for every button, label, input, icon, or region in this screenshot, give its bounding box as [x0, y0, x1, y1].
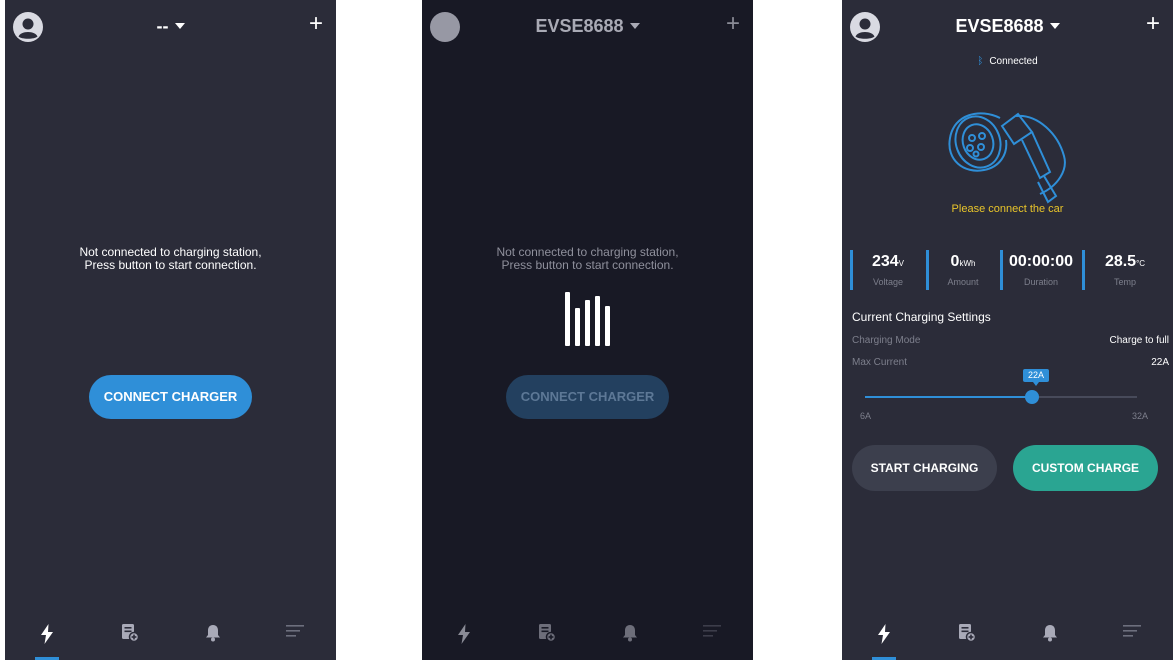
add-device-icon[interactable]: +: [726, 12, 740, 36]
slider-thumb[interactable]: [1025, 390, 1040, 404]
lightning-icon: [458, 624, 470, 644]
screen-connecting: EVSE8688 + Not connected to charging sta…: [422, 0, 753, 660]
stat-label: Duration: [1023, 277, 1059, 287]
tab-charging[interactable]: [29, 624, 65, 660]
tab-charging[interactable]: [446, 624, 482, 654]
tab-menu[interactable]: [1114, 624, 1150, 654]
screen-disconnected: -- + Not connected to charging station, …: [5, 0, 336, 660]
tab-menu[interactable]: [694, 624, 730, 654]
tab-records[interactable]: [112, 624, 148, 654]
device-name: --: [156, 16, 169, 36]
slider-min-label: 6A: [860, 411, 872, 421]
add-device-icon[interactable]: +: [1146, 12, 1160, 36]
bell-icon: [206, 625, 220, 642]
message-line-2: Press button to start connection.: [501, 258, 674, 272]
menu-icon: [286, 625, 304, 637]
menu-icon: [703, 625, 721, 637]
record-list-icon: [959, 624, 976, 642]
max-current-label: Max Current: [852, 357, 908, 368]
charging-plug-illustration: [948, 112, 1066, 204]
caret-down-icon: [174, 22, 185, 29]
tab-charging[interactable]: [866, 624, 902, 660]
stat-label: Temp: [1113, 277, 1136, 287]
stats-row: 234V Voltage 0kWh Amount 00:00:00 Durati…: [850, 250, 1169, 292]
status-text: Connected: [989, 56, 1038, 67]
tab-notifications[interactable]: [1032, 624, 1068, 654]
lightning-icon: [41, 624, 53, 644]
connect-charger-button[interactable]: CONNECT CHARGER: [89, 375, 252, 419]
menu-icon: [1123, 625, 1141, 637]
bottom-tab-bar: [842, 616, 1173, 660]
tab-notifications[interactable]: [195, 624, 231, 654]
stat-label: Voltage: [872, 277, 904, 287]
connect-car-prompt: Please connect the car: [951, 203, 1064, 215]
connection-status: ᛒ Connected: [842, 56, 1173, 67]
slider-tooltip: 22A: [1023, 369, 1049, 386]
device-name: EVSE8688: [535, 16, 624, 36]
device-selector[interactable]: EVSE8688: [422, 16, 753, 37]
bluetooth-icon: ᛒ: [977, 56, 984, 67]
message-line-2: Press button to start connection.: [84, 258, 257, 272]
stat-value: 28.5°C: [1104, 253, 1146, 270]
record-list-icon: [539, 624, 556, 642]
connection-message: Not connected to charging station, Press…: [422, 246, 753, 272]
slider-max-label: 32A: [1132, 411, 1149, 421]
device-selector[interactable]: EVSE8688: [842, 16, 1173, 37]
device-selector[interactable]: --: [5, 16, 336, 37]
stat-voltage: 234V Voltage: [850, 250, 923, 290]
bottom-tab-bar: [422, 616, 753, 660]
max-current-slider[interactable]: [865, 390, 1137, 404]
tab-menu[interactable]: [277, 624, 313, 654]
top-bar: -- +: [5, 0, 336, 56]
start-charging-button[interactable]: START CHARGING: [852, 445, 997, 491]
bell-icon: [1043, 625, 1057, 642]
charging-mode-label: Charging Mode: [852, 335, 921, 346]
tab-records[interactable]: [529, 624, 565, 654]
top-bar: EVSE8688 +: [842, 0, 1173, 56]
stat-label: Amount: [947, 277, 979, 287]
tab-records[interactable]: [949, 624, 985, 654]
caret-down-icon: [1049, 22, 1060, 29]
stat-duration: 00:00:00 Duration: [1000, 250, 1079, 290]
add-device-icon[interactable]: +: [309, 12, 323, 36]
stat-value: 0kWh: [950, 253, 976, 270]
tab-notifications[interactable]: [612, 624, 648, 654]
stat-amount: 0kWh Amount: [926, 250, 997, 290]
lightning-icon: [878, 624, 890, 644]
bell-icon: [623, 625, 637, 642]
stat-value: 00:00:00: [1008, 253, 1074, 270]
stat-temp: 28.5°C Temp: [1082, 250, 1165, 290]
record-list-icon: [122, 624, 139, 642]
connect-charger-button[interactable]: CONNECT CHARGER: [506, 375, 669, 419]
screen-connected: EVSE8688 + ᛒ Connected Please connect the…: [842, 0, 1173, 660]
custom-charge-button[interactable]: CUSTOM CHARGE: [1013, 445, 1158, 491]
bottom-tab-bar: [5, 616, 336, 660]
charging-mode-value[interactable]: Charge to full: [1110, 335, 1169, 346]
top-bar: EVSE8688 +: [422, 0, 753, 56]
max-current-value: 22A: [1151, 357, 1169, 368]
settings-title: Current Charging Settings: [852, 310, 991, 324]
caret-down-icon: [629, 22, 640, 29]
stat-value: 234V: [871, 253, 905, 270]
connection-message: Not connected to charging station, Press…: [5, 246, 336, 272]
slider-fill: [865, 396, 1033, 398]
device-name: EVSE8688: [955, 16, 1044, 36]
loading-bars-icon: [565, 292, 613, 346]
